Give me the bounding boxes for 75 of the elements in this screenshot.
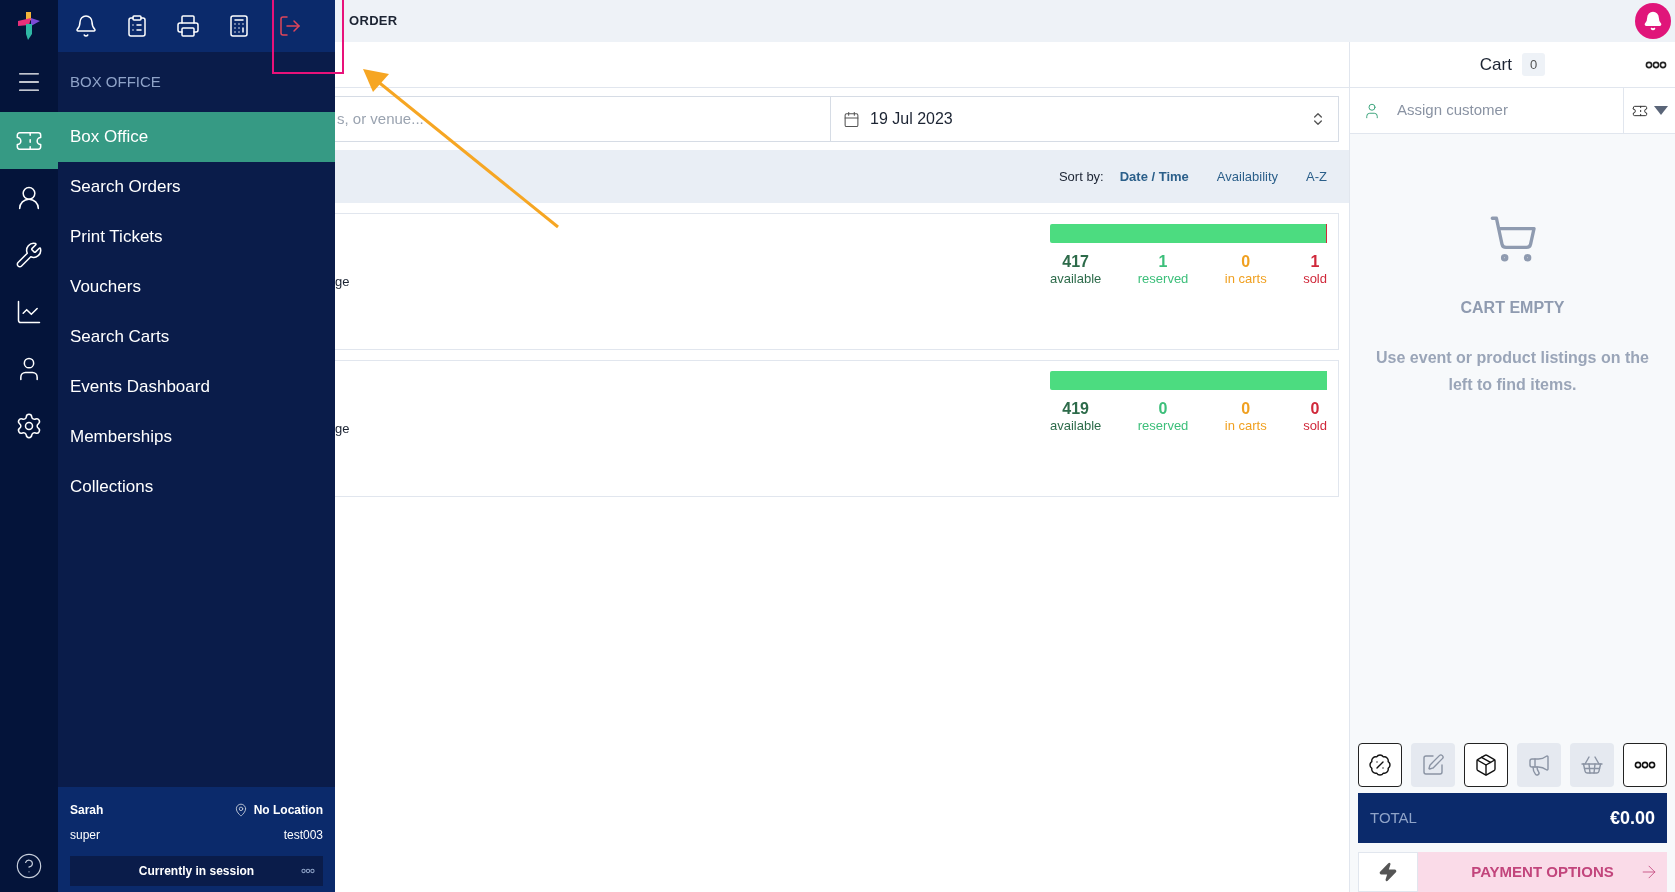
calendar-icon (843, 110, 860, 128)
cart-count: 0 (1521, 52, 1546, 77)
stat-label: reserved (1137, 418, 1189, 434)
customer-icon (1363, 101, 1381, 120)
ticket-type-dropdown[interactable] (1623, 88, 1675, 133)
settings-icon (15, 411, 43, 440)
more-icon (1645, 60, 1667, 69)
wrench-icon (15, 240, 43, 269)
sort-option[interactable]: Availability (1216, 166, 1279, 187)
stat-value: 0 (1158, 400, 1168, 418)
stat-label: reserved (1137, 271, 1189, 287)
more-icon (301, 867, 315, 875)
sidebar-item[interactable]: Vouchers (58, 262, 335, 312)
sidebar-item[interactable]: Print Tickets (58, 212, 335, 262)
stat-value: 1 (1310, 253, 1320, 271)
stat-label: available (1050, 418, 1102, 434)
register-icon[interactable] (227, 14, 251, 38)
sort-label: Sort by: (1058, 167, 1104, 186)
sidebar-item[interactable]: Memberships (58, 412, 335, 462)
sidebar-item[interactable]: Search Orders (58, 162, 335, 212)
stat-label: sold (1303, 271, 1327, 287)
event-card[interactable]: ge 417 available 1 reserved 0 in carts 1 sold (335, 213, 1339, 350)
stat-value: 0 (1241, 400, 1251, 418)
customer-field[interactable]: Assign customer (1350, 88, 1623, 133)
sidebar-item[interactable]: Collections (58, 462, 335, 512)
sort-option[interactable]: A-Z (1306, 166, 1327, 187)
stat-value: 417 (1062, 253, 1089, 271)
quick-pay-button[interactable] (1358, 852, 1418, 892)
sidebar-item[interactable]: Search Carts (58, 312, 335, 362)
notification-button[interactable] (1635, 3, 1671, 39)
printer-icon[interactable] (176, 14, 200, 38)
sort-option[interactable]: Date / Time (1119, 166, 1189, 187)
more-icon (1634, 761, 1656, 769)
section-title: BOX OFFICE (70, 71, 161, 92)
event-text: ge (335, 273, 350, 291)
megaphone-icon (1527, 753, 1551, 777)
total-amount: €0.00 (1609, 806, 1655, 830)
help-icon[interactable] (15, 852, 43, 880)
cart-tool-button[interactable] (1623, 743, 1667, 787)
stat-label: available (1050, 271, 1102, 287)
stat-label: in carts (1224, 418, 1267, 434)
search-field[interactable]: s, or venue... (335, 96, 830, 142)
location-icon (233, 803, 248, 817)
stat-value: 0 (1310, 400, 1320, 418)
date-field[interactable]: 19 Jul 2023 (830, 96, 1339, 142)
location-name: No Location (253, 802, 323, 819)
event-card[interactable]: ge 419 available 0 reserved 0 in carts 0 sold (335, 360, 1339, 497)
page-title: ORDER (349, 12, 398, 31)
stat-value: 419 (1062, 400, 1089, 418)
stat-label: sold (1303, 418, 1327, 434)
stat-value: 0 (1241, 253, 1251, 271)
total-label: TOTAL (1370, 807, 1417, 828)
sidebar-item[interactable]: Events Dashboard (58, 362, 335, 412)
logo-icon (18, 12, 40, 40)
empty-title: CART EMPTY (1460, 298, 1565, 318)
clipboard-icon[interactable] (125, 14, 149, 38)
package-icon (1474, 753, 1498, 777)
discount-icon (1368, 753, 1392, 777)
stat-label: in carts (1224, 271, 1267, 287)
user-name: Sarah (70, 802, 104, 819)
bell-icon (1643, 11, 1663, 31)
cart-title: Cart (1479, 53, 1512, 76)
event-text: ge (335, 420, 350, 438)
empty-message: Use event or product listings on the left to find items. (1375, 348, 1650, 395)
caret-icon (1653, 106, 1668, 115)
user-role: super (70, 827, 101, 844)
stat-value: 1 (1158, 253, 1168, 271)
notes-icon (1421, 753, 1445, 777)
logout-icon[interactable] (278, 14, 302, 38)
lightning-icon (1378, 862, 1398, 882)
cart-tool-button[interactable] (1464, 743, 1508, 787)
terminal-name: test003 (283, 827, 323, 844)
bell-icon[interactable] (74, 14, 98, 38)
session-button[interactable]: Currently in session (70, 856, 323, 886)
cart-tool-button[interactable] (1358, 743, 1402, 787)
